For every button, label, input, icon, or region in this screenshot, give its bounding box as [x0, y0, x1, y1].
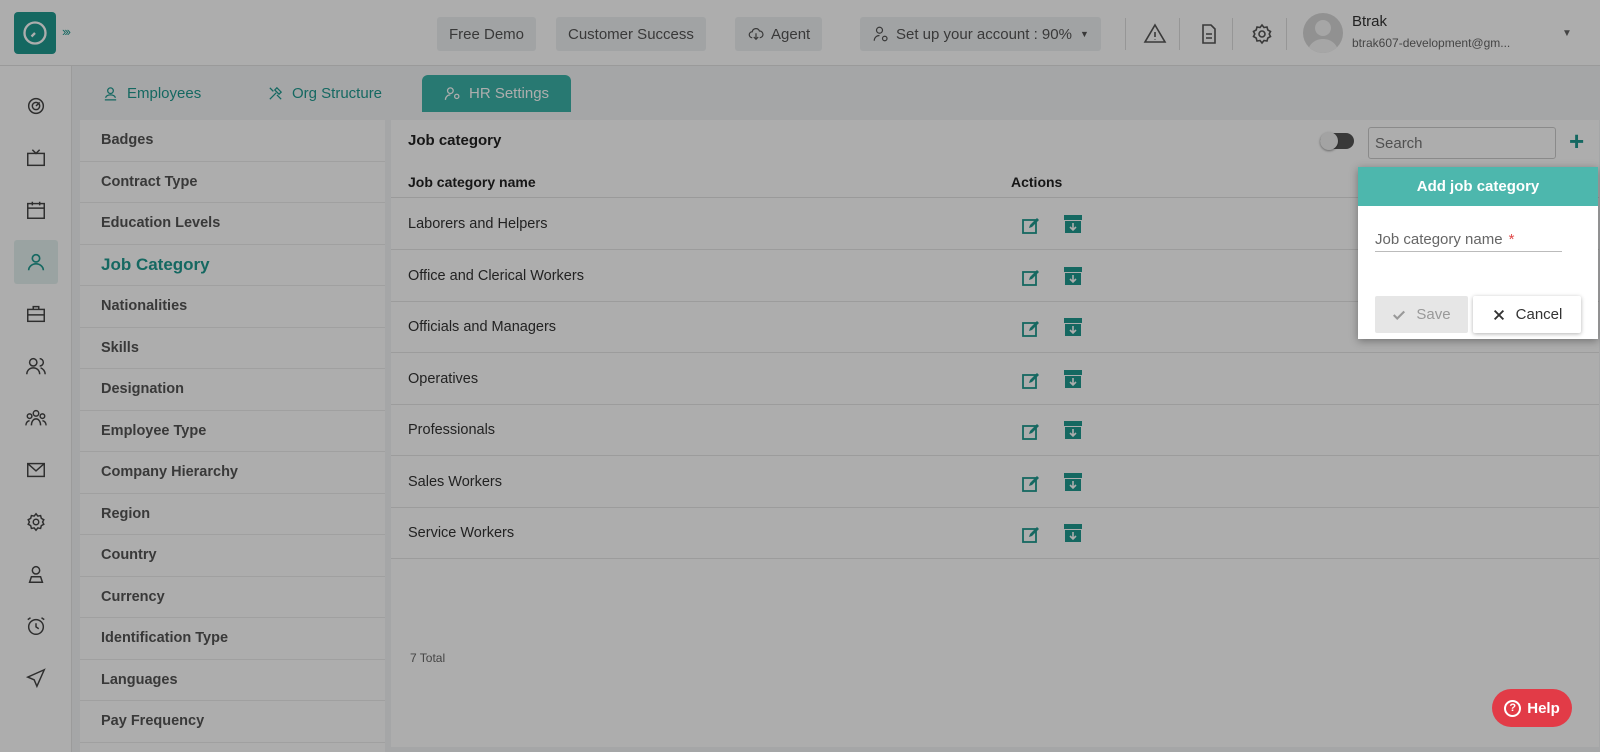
- required-mark: *: [1508, 231, 1515, 248]
- help-button[interactable]: ? Help: [1492, 689, 1572, 727]
- modal-backdrop[interactable]: [0, 0, 1600, 752]
- add-job-category-popup: Add job category Job category name * Save…: [1358, 167, 1598, 339]
- cancel-button[interactable]: Cancel: [1473, 296, 1581, 333]
- job-category-name-field[interactable]: Job category name *: [1375, 231, 1562, 252]
- popup-title: Add job category: [1358, 167, 1598, 206]
- question-icon: ?: [1504, 699, 1522, 717]
- save-button[interactable]: Save: [1375, 296, 1468, 333]
- close-icon: [1493, 309, 1504, 320]
- check-icon: [1393, 310, 1406, 320]
